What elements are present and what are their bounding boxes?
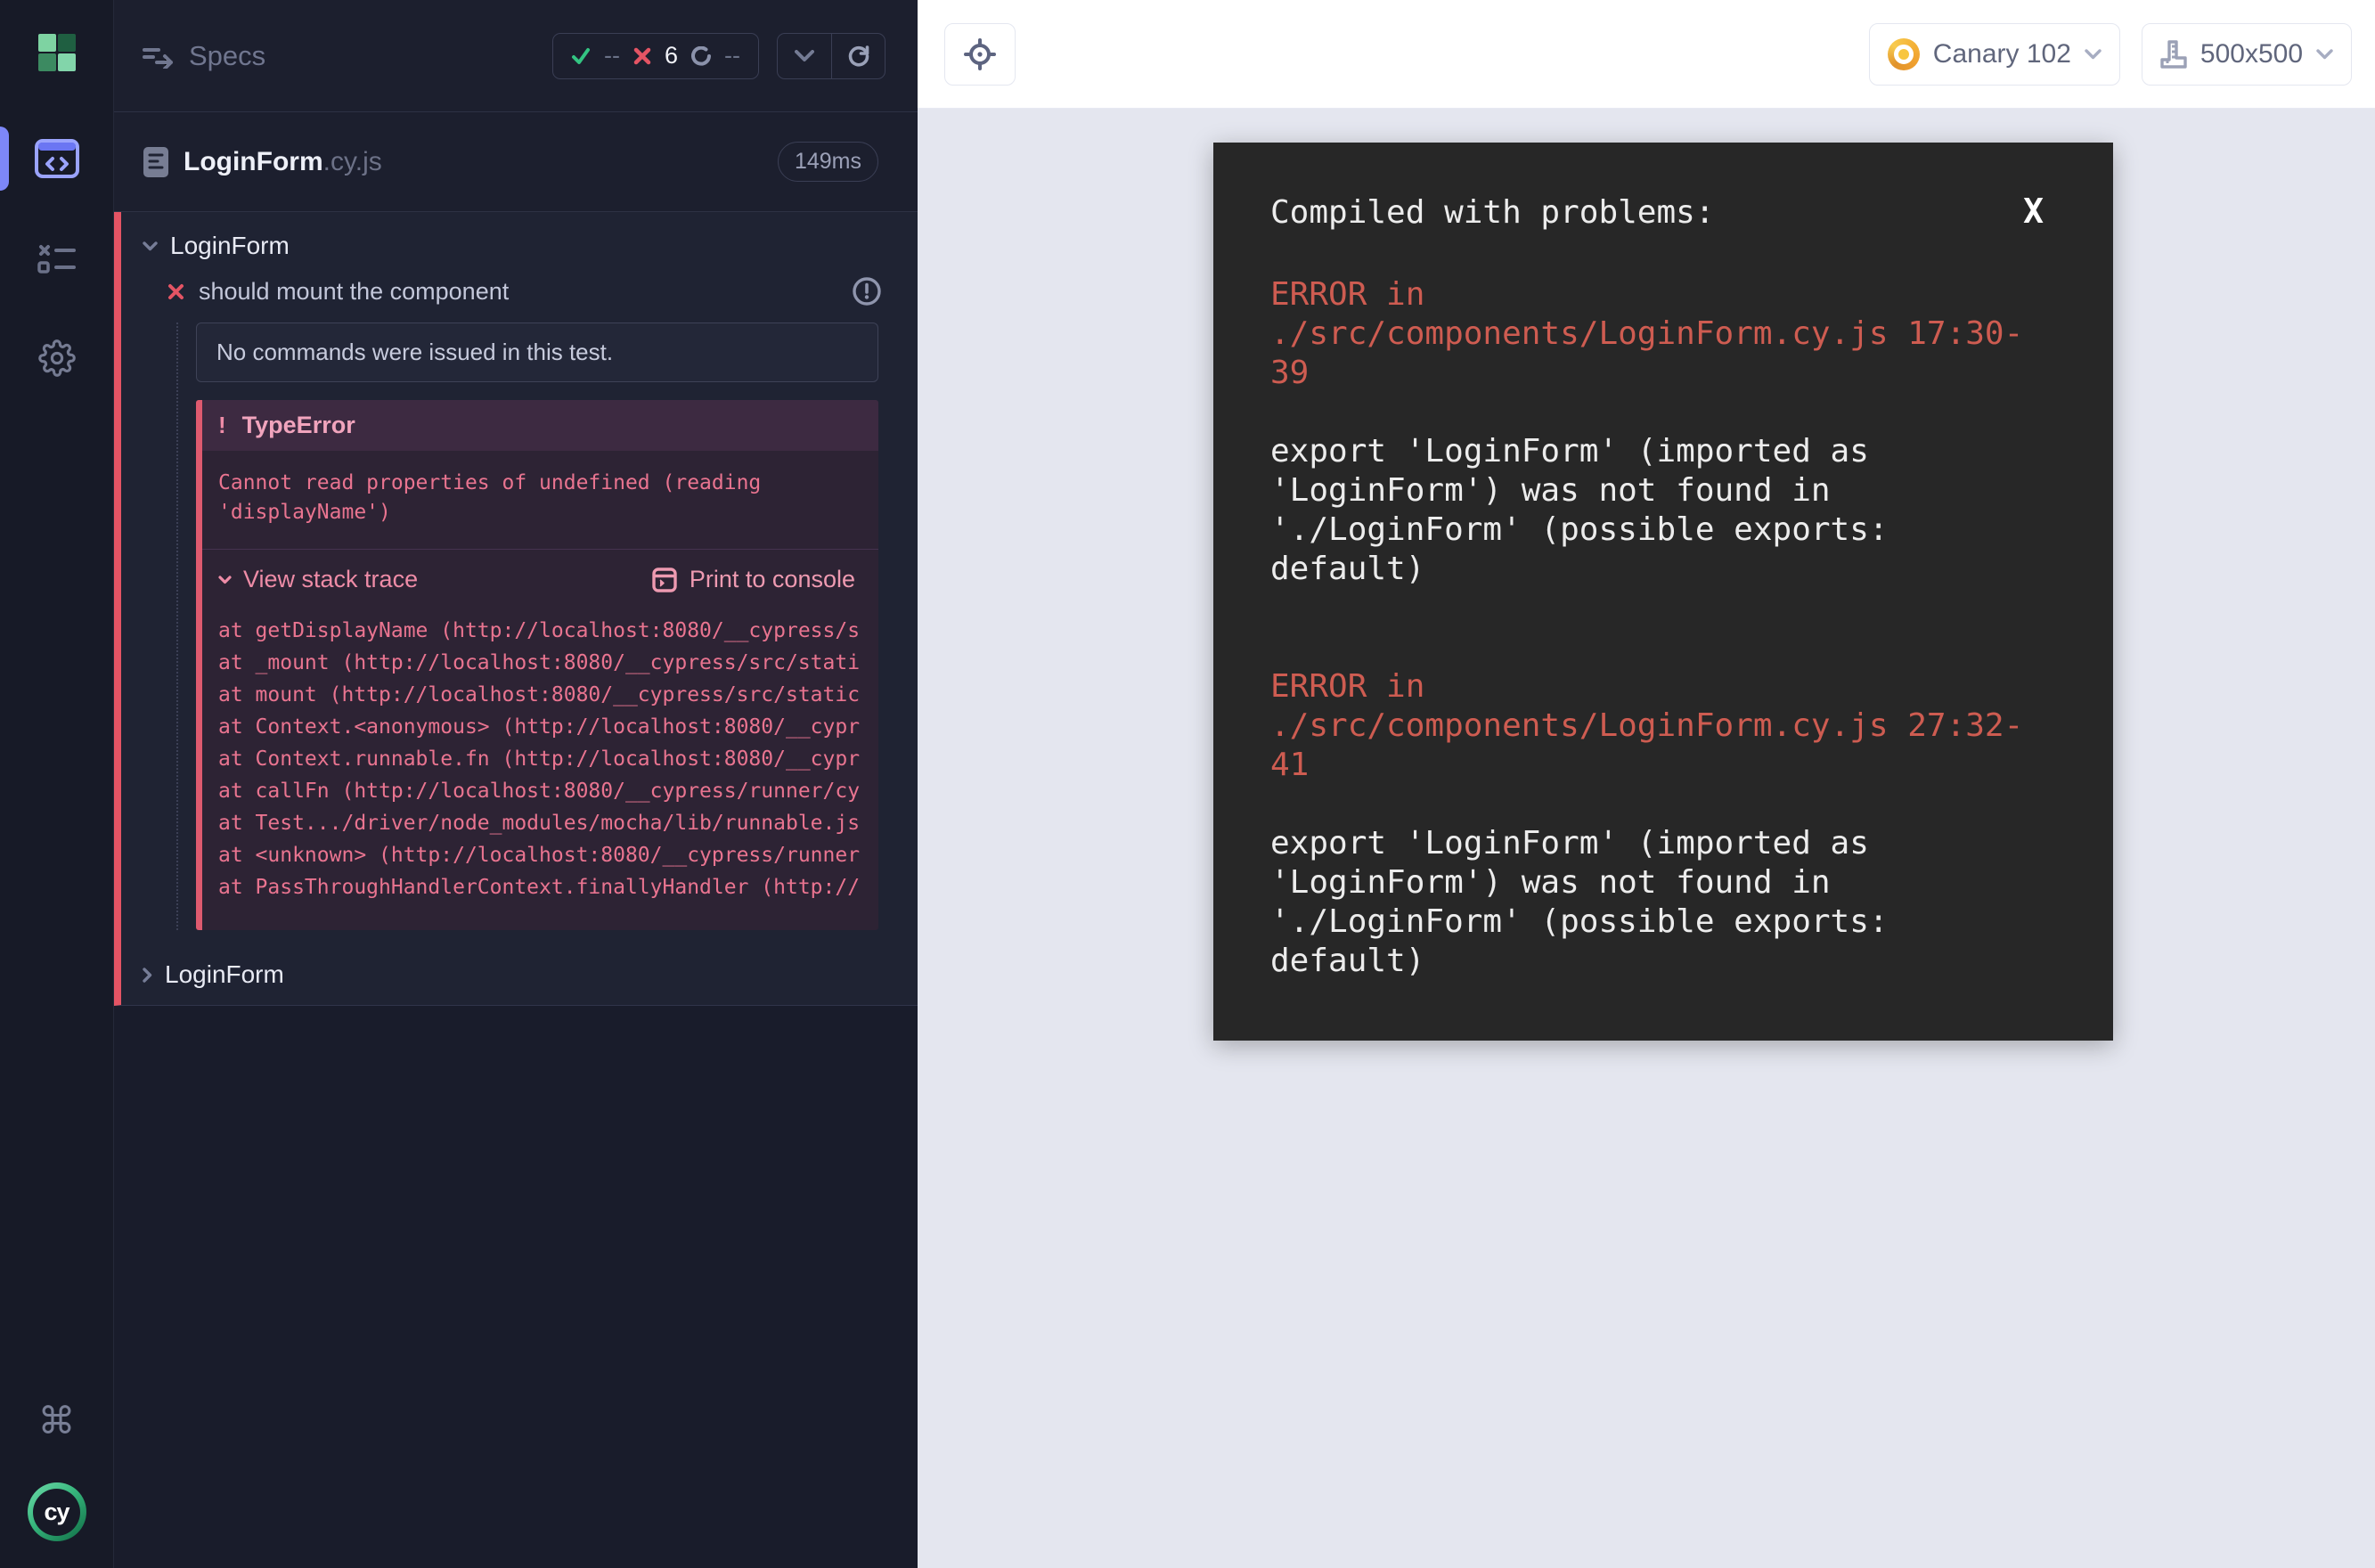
viewport-dropdown[interactable]: 500x500 <box>2142 23 2352 86</box>
passed-count: -- <box>604 42 620 69</box>
chevron-down-icon <box>2316 49 2333 60</box>
cypress-logo-text: cy <box>33 1489 80 1536</box>
test-error-box: ! TypeError Cannot read properties of un… <box>196 400 878 930</box>
chevron-down-icon <box>2085 49 2102 60</box>
pending-count: -- <box>724 42 740 69</box>
test-name: should mount the component <box>199 278 509 306</box>
stack-trace-line: at Context.runnable.fn (http://localhost… <box>218 743 873 775</box>
error-header: ! TypeError <box>202 400 878 451</box>
reporter-empty-area <box>114 1006 918 1568</box>
overlay-error-list: ERROR in ./src/components/LoginForm.cy.j… <box>1270 275 2054 981</box>
chevron-right-icon <box>143 968 152 983</box>
topbar-right-controls: Canary 102 500x500 <box>1869 23 2352 86</box>
selector-playground-button[interactable] <box>944 23 1016 86</box>
stack-trace-line: at getDisplayName (http://localhost:8080… <box>218 615 873 647</box>
error-type: TypeError <box>242 412 355 439</box>
aut-area: Canary 102 500x500 <box>918 0 2375 1568</box>
stack-trace-list: at getDisplayName (http://localhost:8080… <box>202 604 878 930</box>
aut-viewport-stage: Compiled with problems: X ERROR in ./src… <box>918 109 2375 1568</box>
icon-rail: ⌘ cy <box>0 0 114 1568</box>
failed-test-row[interactable]: should mount the component <box>121 276 918 306</box>
rerun-button[interactable] <box>831 34 885 78</box>
compile-error-location: ERROR in ./src/components/LoginForm.cy.j… <box>1270 667 2054 785</box>
stack-trace-line: at Context.<anonymous> (http://localhost… <box>218 711 873 743</box>
panel-title: Specs <box>189 40 265 72</box>
browser-dropdown[interactable]: Canary 102 <box>1869 23 2120 86</box>
overlay-header: Compiled with problems: X <box>1270 194 2056 231</box>
passed-icon <box>571 47 591 65</box>
test-alert-icon[interactable] <box>852 276 882 306</box>
print-to-console-label: Print to console <box>690 566 855 593</box>
spec-file-icon <box>143 146 169 178</box>
stack-trace-line: at _mount (http://localhost:8080/__cypre… <box>218 647 873 679</box>
stack-trace-toggle[interactable]: View stack trace <box>218 566 418 593</box>
viewport-dropdown-label: 500x500 <box>2200 39 2303 69</box>
gear-icon <box>38 339 76 377</box>
active-indicator <box>0 127 9 191</box>
failed-icon <box>633 47 651 65</box>
compile-error-item: ERROR in ./src/components/LoginForm.cy.j… <box>1270 667 2054 981</box>
stack-trace-line: at PassThroughHandlerContext.finallyHand… <box>218 871 873 903</box>
console-icon <box>652 568 677 592</box>
stack-trace-line: at Test.../driver/node_modules/mocha/lib… <box>218 807 873 839</box>
stack-trace-toggle-label: View stack trace <box>243 566 418 593</box>
sidebar-item-runs[interactable] <box>0 225 114 292</box>
reporter-actions <box>777 33 886 79</box>
keyboard-shortcuts-icon[interactable]: ⌘ <box>38 1402 76 1440</box>
error-controls: View stack trace Print to console <box>202 550 878 604</box>
app-logo-icon <box>38 34 76 71</box>
stack-trace-line: at <unknown> (http://localhost:8080/__cy… <box>218 839 873 871</box>
spec-file-row[interactable]: LoginForm.cy.js 149ms <box>114 112 918 212</box>
chevron-down-icon <box>218 576 232 584</box>
suite-name: LoginForm <box>165 960 284 989</box>
test-list-icon <box>37 243 77 274</box>
test-stats[interactable]: -- 6 -- <box>552 33 759 79</box>
error-bang-icon: ! <box>218 412 226 439</box>
test-failed-icon <box>167 283 184 300</box>
rail-bottom: ⌘ cy <box>28 1402 86 1568</box>
ruler-icon <box>2160 40 2187 69</box>
stack-trace-line: at mount (http://localhost:8080/__cypres… <box>218 679 873 711</box>
test-attempt-body: No commands were issued in this test. ! … <box>176 323 878 930</box>
suite-row-loginform[interactable]: LoginForm <box>121 225 918 267</box>
aut-topbar: Canary 102 500x500 <box>918 0 2375 109</box>
specs-list-icon[interactable] <box>143 44 175 69</box>
webpack-error-overlay: Compiled with problems: X ERROR in ./src… <box>1213 143 2113 1041</box>
crosshair-icon <box>963 37 997 71</box>
overlay-title: Compiled with problems: <box>1270 194 1715 231</box>
chrome-canary-icon <box>1888 38 1920 70</box>
failed-spec-block: LoginForm should mount the component No … <box>114 212 918 1006</box>
reporter-header: Specs -- 6 -- <box>114 0 918 112</box>
spec-file-extension: .cy.js <box>323 147 382 176</box>
suite-name: LoginForm <box>170 232 290 260</box>
empty-command-log: No commands were issued in this test. <box>196 323 878 382</box>
compile-error-message: export 'LoginForm' (imported as 'LoginFo… <box>1270 824 2054 981</box>
reporter-panel: Specs -- 6 -- <box>114 0 918 1568</box>
collapse-all-button[interactable] <box>778 34 831 78</box>
print-to-console-button[interactable]: Print to console <box>652 566 855 593</box>
compile-error-message: export 'LoginForm' (imported as 'LoginFo… <box>1270 432 2054 589</box>
browser-dropdown-label: Canary 102 <box>1933 39 2071 69</box>
compile-error-location: ERROR in ./src/components/LoginForm.cy.j… <box>1270 275 2054 393</box>
cypress-logo[interactable]: cy <box>28 1482 86 1541</box>
pending-icon <box>691 46 711 66</box>
spec-duration-badge: 149ms <box>778 142 878 182</box>
stack-trace-line: at callFn (http://localhost:8080/__cypre… <box>218 775 873 807</box>
code-window-icon <box>35 139 79 178</box>
overlay-close-button[interactable]: X <box>2023 194 2044 228</box>
sidebar-item-settings[interactable] <box>0 324 114 392</box>
chevron-down-icon <box>143 241 158 251</box>
sidebar-item-specs-active[interactable] <box>0 125 114 192</box>
error-message: Cannot read properties of undefined (rea… <box>202 451 878 550</box>
suite-row-loginform-collapsed[interactable]: LoginForm <box>121 953 918 1005</box>
compile-error-item: ERROR in ./src/components/LoginForm.cy.j… <box>1270 275 2054 589</box>
failed-count: 6 <box>665 42 678 69</box>
spec-file-name: LoginForm.cy.js <box>184 147 382 177</box>
